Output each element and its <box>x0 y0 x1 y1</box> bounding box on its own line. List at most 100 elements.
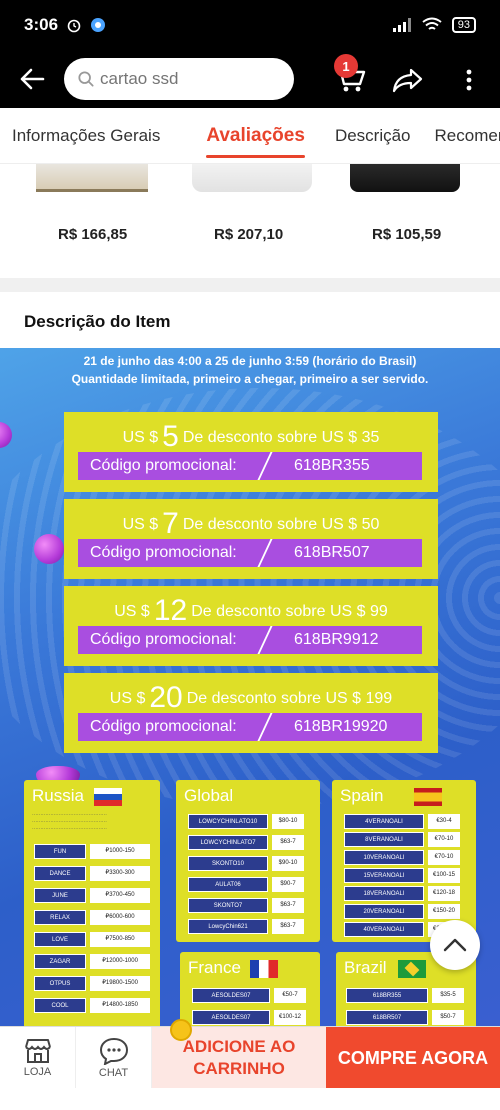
coupon-row: COOL ₽14800-1850 <box>34 998 150 1013</box>
coupon-code-label: Código promocional: <box>90 457 237 474</box>
country-name: Brazil <box>344 958 387 977</box>
country-card-global: Global LOWCYCHINLATO10 $80-10 LOWCYCHINLA… <box>176 780 320 942</box>
coupon-row: 618BR507 $50-7 <box>346 1010 464 1025</box>
tab-descricao[interactable]: Descrição <box>323 108 423 163</box>
scroll-to-top-button[interactable] <box>430 920 480 970</box>
coupon-code-label: Código promocional: <box>90 544 237 561</box>
coupon-row: 15VERANOALI €100-15 <box>344 868 460 883</box>
tab-informacoes-gerais[interactable]: Informações Gerais <box>0 108 172 163</box>
coupon-row: JUNE ₽3700-450 <box>34 888 150 903</box>
coupon-card: US $12 De desconto sobre US $ 99 Código p… <box>64 586 438 666</box>
chat-button[interactable]: CHAT <box>76 1027 152 1089</box>
brazil-flag-icon <box>398 960 426 978</box>
coupon-row: FUN ₽1000-150 <box>34 844 150 859</box>
coupon-card: US $20 De desconto sobre US $ 199 Código … <box>64 673 438 753</box>
promo-info: 21 de junho das 4:00 a 25 de junho 3:59 … <box>0 352 500 388</box>
add-to-cart-button[interactable]: ADICIONE AO CARRINHO <box>152 1019 326 1089</box>
share-button[interactable] <box>386 58 430 102</box>
coupon-row: LOWCYCHINLATO10 $80-10 <box>188 814 304 829</box>
share-icon <box>392 68 423 93</box>
coupon-prefix: US $ <box>114 603 150 620</box>
coupon-row: LowcyChin621 $63-7 <box>188 919 304 934</box>
add-to-cart-label-line2: CARRINHO <box>193 1059 285 1078</box>
promo-date-text: 21 de junho das 4:00 a 25 de junho 3:59 … <box>83 354 417 368</box>
back-button[interactable] <box>0 50 64 108</box>
arrow-left-icon <box>20 68 45 90</box>
coupon-code-label: Código promocional: <box>90 631 237 648</box>
recommended-products: R$ 166,85 R$ 207,10 R$ 105,59 <box>0 164 500 278</box>
signal-icon <box>392 18 411 32</box>
promo-limit-text: Quantidade limitada, primeiro a chegar, … <box>71 372 429 386</box>
coupon-amount: 5 <box>162 420 179 453</box>
chat-label: CHAT <box>98 1067 129 1079</box>
coin-icon <box>170 1019 192 1041</box>
buy-now-button[interactable]: COMPRE AGORA <box>326 1027 500 1089</box>
search-icon <box>78 71 94 87</box>
bottom-action-bar: LOJA CHAT ADICIONE AO CARRINHO COMPRE AGO… <box>0 1019 500 1089</box>
coupon-row: AULAT06 $90-7 <box>188 877 304 892</box>
coupon-card: US $7 De desconto sobre US $ 50 Código pr… <box>64 499 438 579</box>
system-navigation-bar <box>0 1088 500 1110</box>
coupon-amount: 12 <box>153 594 188 627</box>
coupon-row: SKONTO10 $90-10 <box>188 856 304 871</box>
tab-recomendados[interactable]: Recomend <box>423 108 500 163</box>
cart-badge: 1 <box>334 54 358 78</box>
product-price[interactable]: R$ 166,85 <box>58 226 127 243</box>
add-to-cart-label-line1: ADICIONE AO <box>182 1037 296 1056</box>
coupon-row: LOWCYCHINLATO7 $63-7 <box>188 835 304 850</box>
coupon-condition: De desconto sobre US $ 99 <box>191 603 388 620</box>
chat-icon <box>99 1037 128 1065</box>
decorative-ball <box>0 422 12 448</box>
coupon-condition: De desconto sobre US $ 50 <box>182 516 380 533</box>
more-options-button[interactable] <box>454 58 484 102</box>
product-price[interactable]: R$ 207,10 <box>214 226 283 243</box>
country-card-france: France AESOLDES07 €50-7 AESOLDES07 €100-12 <box>180 952 320 1026</box>
coupon-row: 8VERANOALI €70-10 <box>344 832 460 847</box>
coupon-condition: De desconto sobre US $ 199 <box>186 690 393 707</box>
decorative-ball <box>34 534 64 564</box>
search-box[interactable] <box>64 58 294 100</box>
country-name: Spain <box>340 786 384 805</box>
coupon-code: 618BR9912 <box>294 631 379 648</box>
section-title: Descrição do Item <box>24 312 171 331</box>
coupon-row: SKONTO7 $63-7 <box>188 898 304 913</box>
russia-flag-icon <box>94 788 122 806</box>
coupon-amount: 20 <box>149 681 183 714</box>
coupon-row: ZAGAR ₽12000-1000 <box>34 954 150 969</box>
store-label: LOJA <box>23 1066 52 1078</box>
coupon-row: DANCE ₽3300-300 <box>34 866 150 881</box>
product-image[interactable] <box>350 164 460 192</box>
coupon-row: 20VERANOALI €150-20 <box>344 904 460 919</box>
coupon-row: 618BR355 $35-5 <box>346 988 464 1003</box>
coupon-row: OTPUS ₽19800-1500 <box>34 976 150 991</box>
status-time: 3:06 <box>24 15 59 34</box>
promo-banner: 21 de junho das 4:00 a 25 de junho 3:59 … <box>0 348 500 1026</box>
coupon-code: 618BR355 <box>294 457 370 474</box>
country-card-spain: Spain 4VERANOALI €30-4 8VERANOALI €70-10 1… <box>332 780 476 942</box>
store-button[interactable]: LOJA <box>0 1027 76 1089</box>
product-price[interactable]: R$ 105,59 <box>372 226 441 243</box>
coupon-prefix: US $ <box>122 429 159 446</box>
battery-indicator: 93 <box>451 17 476 33</box>
coupon-row: 18VERANOALI €120-18 <box>344 886 460 901</box>
france-flag-icon <box>250 960 278 978</box>
coupon-row: 10VERANOALI €70-10 <box>344 850 460 865</box>
coupon-condition: De desconto sobre US $ 35 <box>182 429 380 446</box>
coupon-code-bar: Código promocional: 618BR9912 <box>78 626 422 654</box>
coupon-row: AESOLDES07 €50-7 <box>192 988 306 1003</box>
coupon-amount: 7 <box>162 507 179 540</box>
item-description-header: Descrição do Item <box>0 292 500 348</box>
country-name: Global <box>184 786 234 805</box>
product-tabs: Informações Gerais Avaliações Descrição … <box>0 108 500 164</box>
chevron-up-icon <box>443 938 467 952</box>
coupon-code-bar: Código promocional: 618BR19920 <box>78 713 422 741</box>
coupon-code: 618BR507 <box>294 544 370 561</box>
product-image[interactable] <box>36 164 148 192</box>
section-divider <box>0 278 500 292</box>
coupon-row: AESOLDES07 €100-12 <box>192 1010 306 1025</box>
product-image[interactable] <box>192 164 312 192</box>
coupon-card: US $5 De desconto sobre US $ 35 Código pr… <box>64 412 438 492</box>
tab-avaliacoes[interactable]: Avaliações <box>194 108 317 163</box>
coupon-code: 618BR19920 <box>294 718 388 735</box>
search-input[interactable] <box>100 69 280 89</box>
